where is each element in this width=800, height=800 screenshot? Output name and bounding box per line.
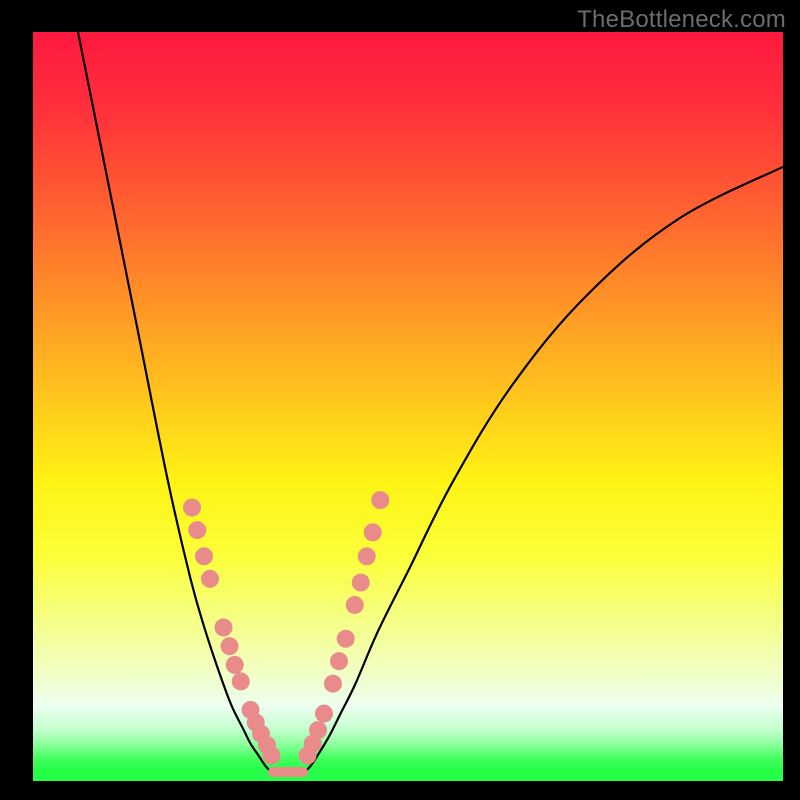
data-dot xyxy=(263,747,281,765)
data-dot xyxy=(330,652,348,670)
data-dot xyxy=(352,574,370,592)
chart-svg xyxy=(33,32,783,781)
data-dot xyxy=(232,672,250,690)
watermark-text: TheBottleneck.com xyxy=(577,6,786,34)
data-dot xyxy=(371,491,389,509)
data-dot xyxy=(315,705,333,723)
data-dot xyxy=(215,618,233,636)
data-dot xyxy=(221,637,239,655)
right-branch-curve xyxy=(303,167,783,774)
data-dot xyxy=(346,596,364,614)
left-branch-curve xyxy=(78,32,273,774)
data-dot xyxy=(188,521,206,539)
data-dot xyxy=(183,499,201,517)
data-dot xyxy=(201,570,219,588)
data-dot xyxy=(337,630,355,648)
data-dot xyxy=(324,675,342,693)
data-dot xyxy=(358,547,376,565)
data-dot xyxy=(309,721,327,739)
right-branch-dots xyxy=(299,491,390,764)
chart-frame: TheBottleneck.com xyxy=(0,0,800,800)
left-branch-dots xyxy=(183,499,281,765)
data-dot xyxy=(364,523,382,541)
data-dot xyxy=(195,547,213,565)
data-dot xyxy=(226,656,244,674)
plot-area xyxy=(33,32,783,781)
